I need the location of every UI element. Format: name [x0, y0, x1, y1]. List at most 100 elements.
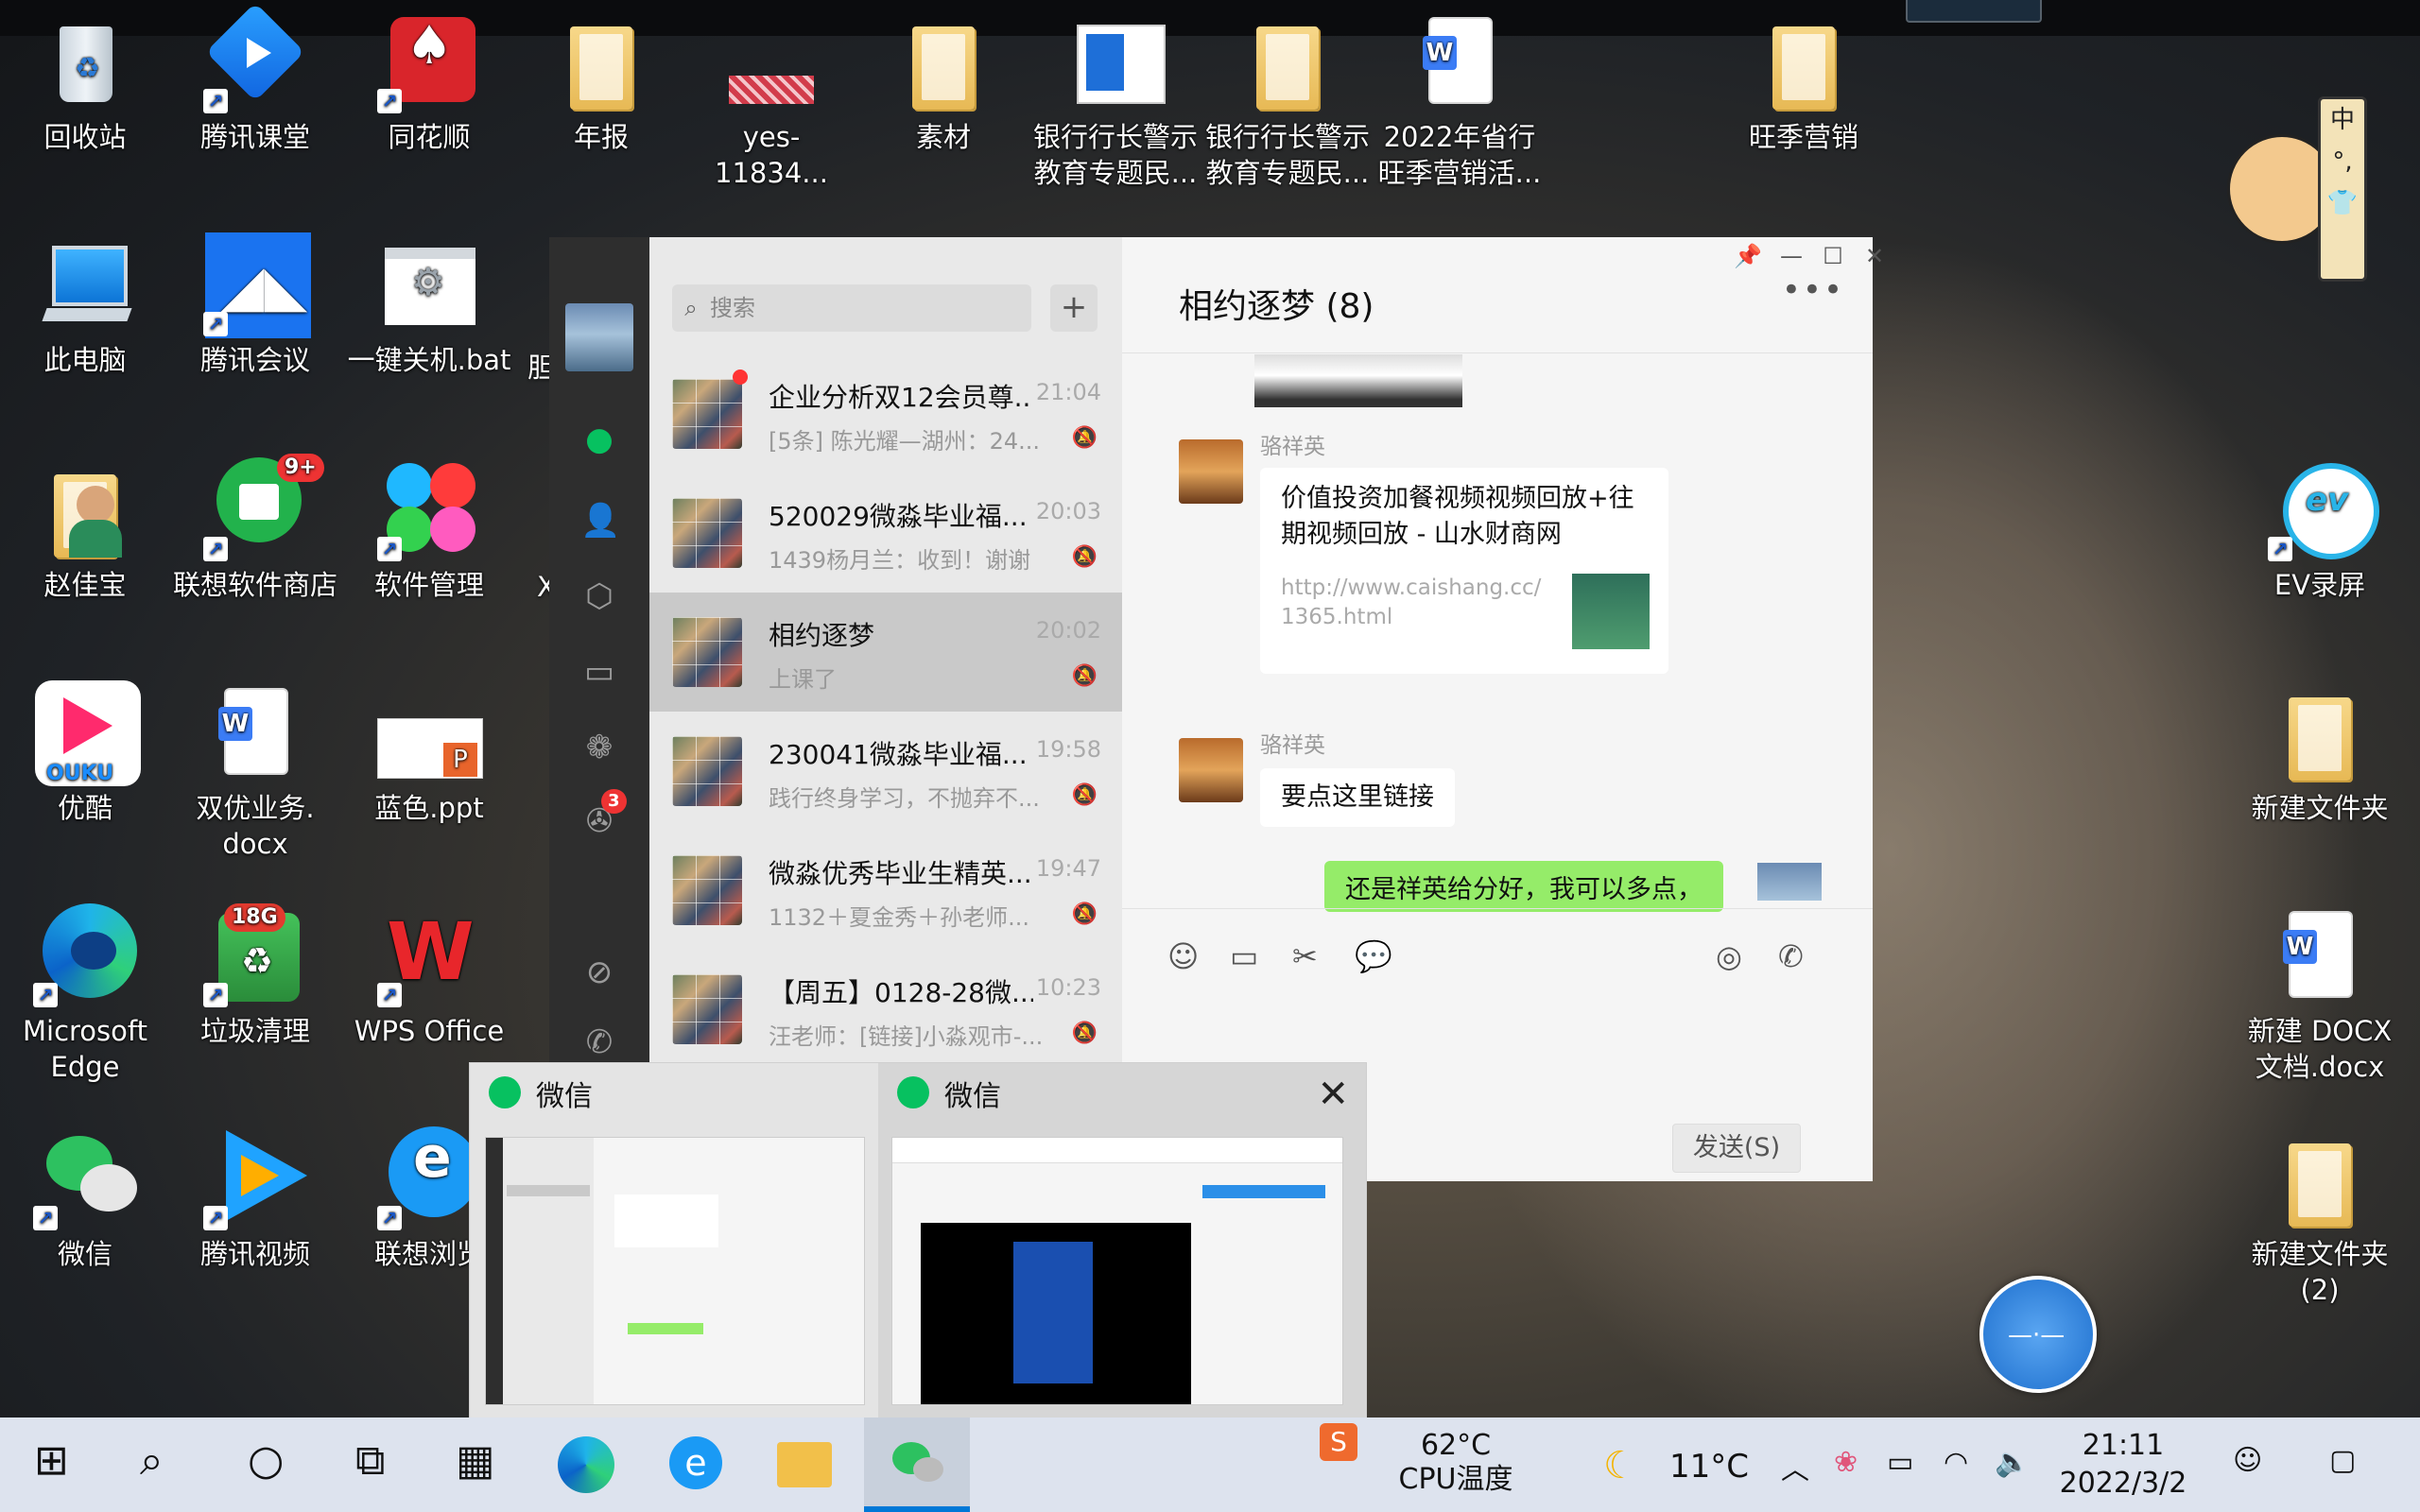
tray-expand-icon[interactable]: ︿	[1781, 1446, 1809, 1487]
clock[interactable]: 21:11 2022/3/2	[2057, 1427, 2189, 1503]
send-button[interactable]: 发送(S)	[1672, 1124, 1801, 1173]
conversation-item[interactable]: 【周五】0128-28微... 10:23 汪老师：[链接]小淼观市-... 🔕	[649, 950, 1122, 1069]
ime-toolbar[interactable]: 中 °, 👕	[2318, 96, 2367, 282]
sender-avatar[interactable]	[1179, 738, 1243, 802]
contacts-icon[interactable]: 👤	[580, 502, 620, 540]
self-avatar[interactable]	[1757, 863, 1822, 901]
desktop-icon-bank-doc[interactable]: 银行行长警示 教育专题民...	[1030, 9, 1201, 191]
battery-icon[interactable]: ▭	[1887, 1446, 1913, 1479]
desktop-icon-this-pc[interactable]: 此电脑	[0, 232, 170, 378]
preview-window-1[interactable]: 微信	[470, 1063, 878, 1418]
desktop-icon-ev-recorder[interactable]: ev ↗ EV录屏	[2235, 457, 2405, 603]
folder-icon[interactable]: ▭	[580, 653, 618, 691]
desktop-icon-cleaner[interactable]: ♻ 18G ↗ 垃圾清理	[170, 903, 340, 1049]
tonghuashun-icon: ♠ ↗	[377, 9, 481, 113]
search-icon[interactable]: ⌕	[140, 1436, 164, 1485]
desktop-icon-wechat[interactable]: ↗ 微信	[0, 1126, 170, 1272]
desktop-icon-bank-folder[interactable]: 银行行长警示 教育专题民...	[1202, 9, 1373, 191]
conversation-item-active[interactable]: 相约逐梦 20:02 上课了 🔕	[649, 593, 1122, 712]
weather-temp[interactable]: 11°C	[1669, 1448, 1749, 1486]
maximize-button[interactable]: ☐	[1814, 243, 1852, 269]
desktop-mascot-widget[interactable]: 中 °, 👕	[2227, 87, 2369, 282]
emoji-icon[interactable]: ☺	[1167, 938, 1199, 974]
desktop-icon-yes-image[interactable]: yes-11834...	[686, 9, 856, 191]
sogou-ime-icon[interactable]: S	[1320, 1423, 1357, 1461]
preview-window-2[interactable]: 微信 ✕	[878, 1063, 1366, 1418]
moments-icon[interactable]: ❁	[580, 729, 618, 766]
image-message[interactable]	[1254, 354, 1462, 407]
message-bubble[interactable]: 要点这里链接	[1260, 768, 1455, 827]
close-preview-button[interactable]: ✕	[1317, 1073, 1349, 1116]
desktop-icon-tencent-classroom[interactable]: ↗ 腾讯课堂	[170, 2, 340, 155]
wechat-taskbar-button[interactable]	[864, 1418, 970, 1512]
desktop-icon-annual-report[interactable]: 年报	[516, 9, 686, 155]
desktop-icon-software-manager[interactable]: ↗ 软件管理	[344, 457, 514, 603]
link-card[interactable]: 价值投资加餐视频视频回放+往期视频回放 - 山水财商网 http://www.c…	[1260, 468, 1668, 674]
edge-taskbar-icon[interactable]	[558, 1436, 614, 1493]
desktop-icon-2022-doc[interactable]: W 2022年省行 旺季营销活...	[1374, 9, 1545, 191]
desktop-icon-shutdown-bat[interactable]: ⚙ 一键关机.bat	[344, 232, 514, 378]
feedback-icon[interactable]: ☺	[2233, 1444, 2262, 1477]
conversation-item[interactable]: 微淼优秀毕业生精英... 19:47 1132＋夏金秀＋孙老师... 🔕	[649, 831, 1122, 950]
desktop-icon-blue-ppt[interactable]: P 蓝色.ppt	[344, 680, 514, 826]
task-view-icon[interactable]: ⧉	[355, 1436, 385, 1485]
search-input[interactable]: ⌕ 搜索	[672, 284, 1031, 332]
desktop-icon-shuangyou-docx[interactable]: W 双优业务. docx	[170, 680, 340, 862]
floating-assistant-ball[interactable]: —·—	[1979, 1276, 2097, 1393]
screenshot-icon[interactable]: ✂	[1292, 938, 1318, 974]
miniprogram-icon[interactable]: ⊘	[580, 954, 618, 991]
desktop-icon-tonghuashun[interactable]: ♠ ↗ 同花顺	[344, 9, 514, 155]
moon-icon: ☾	[1603, 1444, 1637, 1487]
desktop-icon-recycle-bin[interactable]: ♻ 回收站	[0, 9, 170, 155]
conversation-item[interactable]: 230041微淼毕业福... 19:58 践行终身学习，不抛弃不... 🔕	[649, 712, 1122, 831]
preview-thumbnail	[485, 1137, 865, 1405]
minimize-button[interactable]: —	[1772, 243, 1810, 269]
self-message-bubble[interactable]: 还是祥英给分好，我可以多点，	[1324, 861, 1723, 912]
desktop-icon-youku[interactable]: OUKU 优酷	[0, 680, 170, 826]
volume-icon[interactable]: 🔈	[1995, 1446, 2030, 1479]
pin-icon[interactable]: 📌	[1729, 243, 1767, 269]
file-explorer-icon[interactable]	[777, 1442, 832, 1487]
wechat-window[interactable]: ● 👤 ⬡ ▭ ❁ ✇ 3 ⊘ ✆ ⌕ 搜索 + 企业分析双12会员尊... 21…	[549, 237, 1884, 1181]
sender-avatar[interactable]	[1179, 439, 1243, 504]
desktop-icon-tencent-video[interactable]: ↗ 腾讯视频	[170, 1126, 340, 1272]
word-doc-icon: W	[1408, 9, 1512, 113]
input-divider	[1122, 908, 1873, 909]
notification-icon[interactable]: ▢	[2329, 1444, 2356, 1477]
call-icon[interactable]: ✆	[1778, 938, 1804, 974]
desktop-icon-edge[interactable]: ↗ Microsoft Edge	[0, 903, 170, 1085]
start-button[interactable]: ⊞	[34, 1436, 69, 1485]
group-avatar	[672, 736, 742, 806]
more-icon[interactable]: •••	[1782, 271, 1844, 309]
app-tray-icon[interactable]: ❀	[1834, 1446, 1858, 1479]
file-icon[interactable]: ▭	[1230, 938, 1258, 974]
mute-icon: 🔕	[1071, 545, 1098, 569]
favorites-icon[interactable]: ⬡	[580, 577, 618, 615]
conversation-item[interactable]: 企业分析双12会员尊... 21:04 [5条] 陈光耀—湖州：24... 🔕	[649, 354, 1122, 473]
cpu-temp[interactable]: 62°C CPU温度	[1390, 1429, 1522, 1497]
wifi-icon[interactable]: ◠	[1944, 1446, 1968, 1479]
desktop-icon-new-folder-2[interactable]: 新建文件夹 (2)	[2235, 1126, 2405, 1308]
apps-grid-icon[interactable]: ▦	[456, 1436, 495, 1485]
chat-history-icon[interactable]: 💬	[1355, 938, 1392, 974]
phone-icon[interactable]: ✆	[580, 1023, 618, 1061]
cleaner-icon: ♻ 18G ↗	[203, 903, 307, 1007]
desktop-icon-zhao-jiabao[interactable]: 赵佳宝	[0, 457, 170, 603]
cortana-icon[interactable]: ○	[248, 1436, 284, 1485]
desktop-icon-new-folder[interactable]: 新建文件夹	[2235, 680, 2405, 826]
user-avatar[interactable]	[565, 303, 633, 371]
desktop-icon-materials[interactable]: 素材	[858, 9, 1028, 155]
conversation-item[interactable]: 520029微淼毕业福... 20:03 1439杨月兰：收到！谢谢 🔕	[649, 473, 1122, 593]
add-button[interactable]: +	[1050, 284, 1098, 332]
desktop-icon-peak-marketing[interactable]: 旺季营销	[1719, 9, 1889, 155]
channels-icon[interactable]: ✇ 3	[580, 789, 627, 840]
live-icon[interactable]: ◎	[1716, 938, 1742, 974]
cleaner-badge: 18G	[224, 903, 285, 932]
desktop-icon-tencent-meeting[interactable]: ◢◣ ↗ 腾讯会议	[170, 232, 340, 378]
desktop-icon-wps[interactable]: W ↗ WPS Office	[344, 903, 514, 1049]
close-button[interactable]: ✕	[1856, 243, 1893, 269]
chat-icon[interactable]: ●	[580, 421, 618, 458]
desktop-icon-new-docx[interactable]: W 新建 DOCX 文档.docx	[2235, 903, 2405, 1085]
desktop-icon-lenovo-store[interactable]: 9+ ↗ 联想软件商店	[170, 454, 340, 603]
lenovo-browser-taskbar-icon[interactable]: e	[669, 1436, 722, 1489]
